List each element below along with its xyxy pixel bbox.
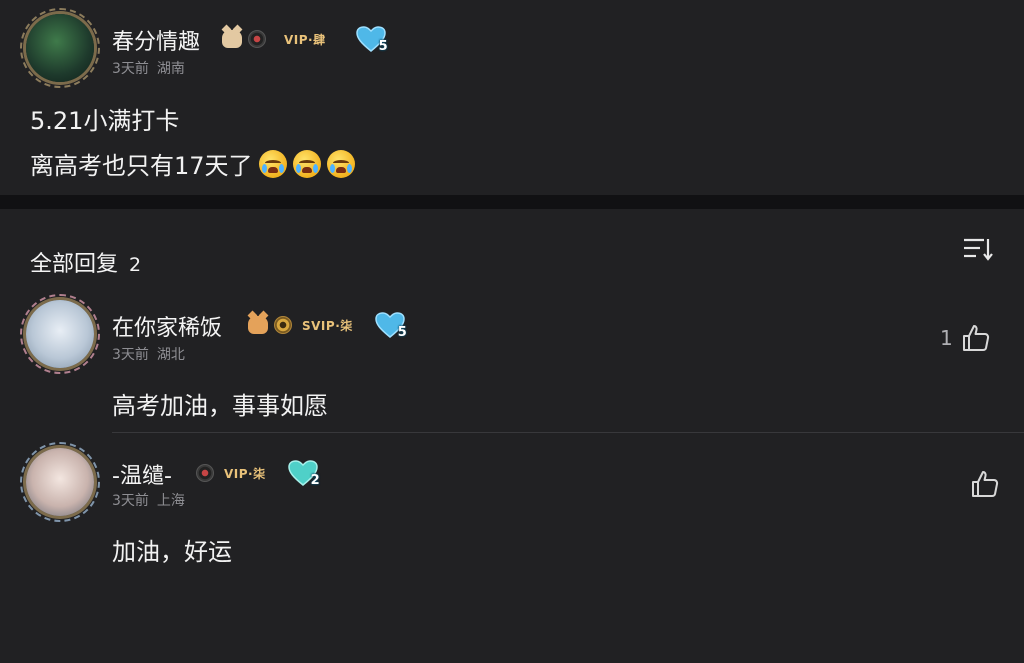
reply-meta: 3天前 上海 [112, 490, 185, 510]
replies-title: 全部回复 [30, 252, 119, 277]
avatar-frame [20, 8, 100, 88]
avatar-frame [20, 442, 100, 522]
vip-badge[interactable]: SVIP·柒 [302, 317, 353, 334]
loudly-crying-emoji [292, 150, 321, 178]
original-post: 春分情趣 VIP·肆 5 3天前 湖南 5.21小满打卡 离高考也只有17天了 [0, 0, 1024, 195]
like-button[interactable] [962, 468, 1000, 500]
post-time: 3天前 [112, 61, 149, 77]
thumbs-up-icon [972, 471, 999, 497]
replies-header: 全部回复 2 [30, 246, 141, 278]
reply-meta: 3天前 湖北 [112, 344, 185, 364]
reply-avatar[interactable] [20, 442, 100, 522]
reply-time: 3天前 [112, 493, 149, 509]
fan-level-number: 2 [310, 473, 320, 488]
medal-icon [248, 30, 266, 48]
vip-badge[interactable]: VIP·柒 [224, 465, 266, 482]
post-author-name[interactable]: 春分情趣 [112, 24, 200, 56]
reply-time: 3天前 [112, 347, 149, 363]
vip-badge[interactable]: VIP·肆 [284, 31, 326, 48]
like-count: 1 [940, 326, 953, 350]
post-location: 湖南 [156, 61, 185, 77]
loudly-crying-emoji [326, 150, 355, 178]
replies-count: 2 [129, 254, 142, 276]
medal-icon [196, 464, 214, 482]
reply-author-name[interactable]: -温缱- [112, 458, 172, 490]
sort-icon[interactable] [962, 236, 994, 262]
post-line-2: 离高考也只有17天了 [30, 146, 355, 181]
pet-icon [248, 316, 268, 334]
reply-author-badges: VIP·柒 2 [196, 460, 320, 488]
heart-level-icon[interactable]: 5 [374, 312, 407, 340]
post-line-2-text: 离高考也只有17天了 [30, 152, 253, 180]
heart-level-icon[interactable]: 2 [287, 460, 320, 488]
pet-icon [222, 30, 242, 48]
fan-level-number: 5 [397, 325, 407, 340]
avatar-frame [20, 294, 100, 374]
reply-separator [112, 432, 1024, 433]
reply-location: 湖北 [156, 347, 185, 363]
reply-location: 上海 [156, 493, 185, 509]
post-line-1: 5.21小满打卡 [30, 107, 180, 135]
reply-author-name[interactable]: 在你家稀饭 [112, 310, 222, 342]
section-divider [0, 195, 1024, 209]
post-meta: 3天前 湖南 [112, 58, 185, 78]
like-button[interactable]: 1 [940, 322, 991, 354]
replies-section [0, 209, 1024, 663]
reply-avatar[interactable] [20, 294, 100, 374]
loudly-crying-emoji [258, 150, 287, 178]
thumbs-up-icon [962, 325, 989, 351]
heart-level-icon[interactable]: 5 [355, 26, 388, 54]
post-author-avatar[interactable] [20, 8, 100, 88]
emoji-group [253, 150, 355, 180]
medal-icon [274, 316, 292, 334]
post-author-badges: VIP·肆 5 [222, 26, 388, 54]
reply-text: 加油，好运 [112, 538, 232, 566]
reply-text: 高考加油，事事如愿 [112, 392, 328, 420]
reply-author-badges: SVIP·柒 5 [248, 312, 407, 340]
fan-level-number: 5 [378, 39, 388, 54]
